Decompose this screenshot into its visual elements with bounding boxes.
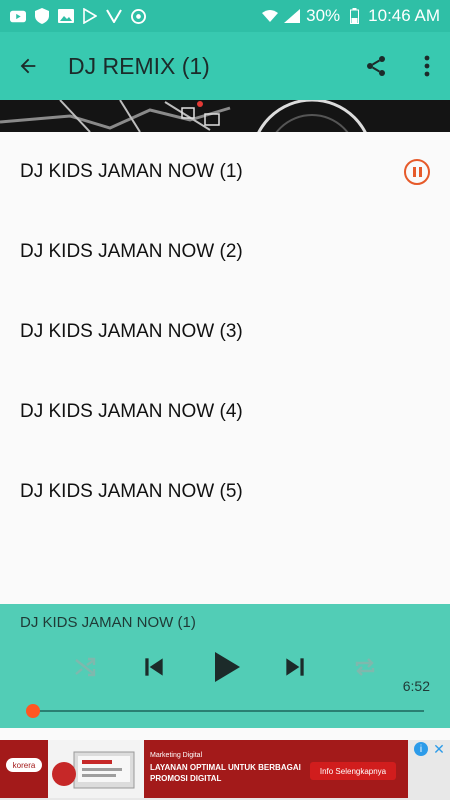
ad-kicker: Marketing Digital <box>150 752 203 759</box>
back-button[interactable] <box>0 38 56 94</box>
next-button[interactable] <box>274 646 316 688</box>
battery-percent: 30% <box>306 6 341 25</box>
track-title: DJ KIDS JAMAN NOW (1) <box>20 161 243 182</box>
system-icons: 30% 10:46 AM <box>262 6 440 26</box>
now-playing-title: DJ KIDS JAMAN NOW (1) <box>20 614 196 631</box>
seek-handle[interactable] <box>26 704 40 718</box>
signal-icon <box>284 9 301 23</box>
page-title: DJ REMIX (1) <box>68 52 210 79</box>
status-bar: 30% 10:46 AM <box>0 0 450 32</box>
ad-brand-logo: korera <box>6 758 42 772</box>
ad-close-icon[interactable]: ✕ <box>432 742 446 756</box>
track-title: DJ KIDS JAMAN NOW (2) <box>20 241 243 262</box>
track-title: DJ KIDS JAMAN NOW (3) <box>20 321 243 342</box>
shield-icon <box>34 8 50 24</box>
ad-headline: LAYANAN OPTIMAL UNTUK BERBAGAI PROMOSI D… <box>150 763 301 783</box>
arrow-back-icon <box>20 58 36 74</box>
app-toolbar: DJ REMIX (1) <box>0 32 450 100</box>
vidmate-icon <box>106 9 122 23</box>
track-item[interactable]: DJ KIDS JAMAN NOW (1) <box>0 132 450 212</box>
share-icon <box>367 56 385 76</box>
track-title: DJ KIDS JAMAN NOW (5) <box>20 481 243 502</box>
youtube-icon <box>10 9 26 23</box>
ad-cta-button[interactable]: Info Selengkapnya <box>310 762 396 780</box>
repeat-button[interactable] <box>344 646 386 688</box>
app-root: 30% 10:46 AM DJ REMIX (1) DJ KIDS JAMAN … <box>0 0 450 800</box>
notification-icons <box>10 8 146 24</box>
track-item[interactable]: DJ KIDS JAMAN NOW (3) <box>0 292 450 372</box>
skip-previous-icon <box>145 658 163 676</box>
track-item[interactable]: DJ KIDS JAMAN NOW (2) <box>0 212 450 292</box>
track-list: DJ KIDS JAMAN NOW (1) DJ KIDS JAMAN NOW … <box>0 132 450 532</box>
previous-button[interactable] <box>133 646 175 688</box>
pause-icon[interactable] <box>404 159 430 185</box>
seek-bar[interactable] <box>32 710 424 712</box>
overflow-menu-button[interactable] <box>404 38 450 94</box>
header-image <box>0 100 450 132</box>
share-button[interactable] <box>348 38 404 94</box>
image-icon <box>58 9 74 23</box>
ad-logo-icon <box>52 762 76 786</box>
repeat-icon <box>355 658 375 676</box>
track-item[interactable]: DJ KIDS JAMAN NOW (5) <box>0 452 450 532</box>
clock: 10:46 AM <box>368 6 440 25</box>
ad-banner[interactable]: korera Marketing Digital LAYANAN OPTIMAL… <box>0 740 450 800</box>
track-duration: 6:52 <box>402 678 430 694</box>
shuffle-button[interactable] <box>64 646 106 688</box>
ad-creative[interactable]: korera Marketing Digital LAYANAN OPTIMAL… <box>0 740 408 798</box>
track-title: DJ KIDS JAMAN NOW (4) <box>20 401 243 422</box>
play-icon <box>215 652 240 682</box>
shuffle-icon <box>75 657 96 677</box>
skip-next-icon <box>286 658 304 676</box>
more-vert-icon <box>424 55 430 77</box>
play-store-icon <box>82 8 98 24</box>
chrome-icon <box>130 8 146 24</box>
battery-icon <box>346 8 362 24</box>
play-button[interactable] <box>202 644 252 690</box>
track-item[interactable]: DJ KIDS JAMAN NOW (4) <box>0 372 450 452</box>
ad-info-icon[interactable]: i <box>414 742 428 756</box>
player-bar: DJ KIDS JAMAN NOW (1) 6:52 <box>0 604 450 728</box>
wifi-icon <box>262 9 279 23</box>
